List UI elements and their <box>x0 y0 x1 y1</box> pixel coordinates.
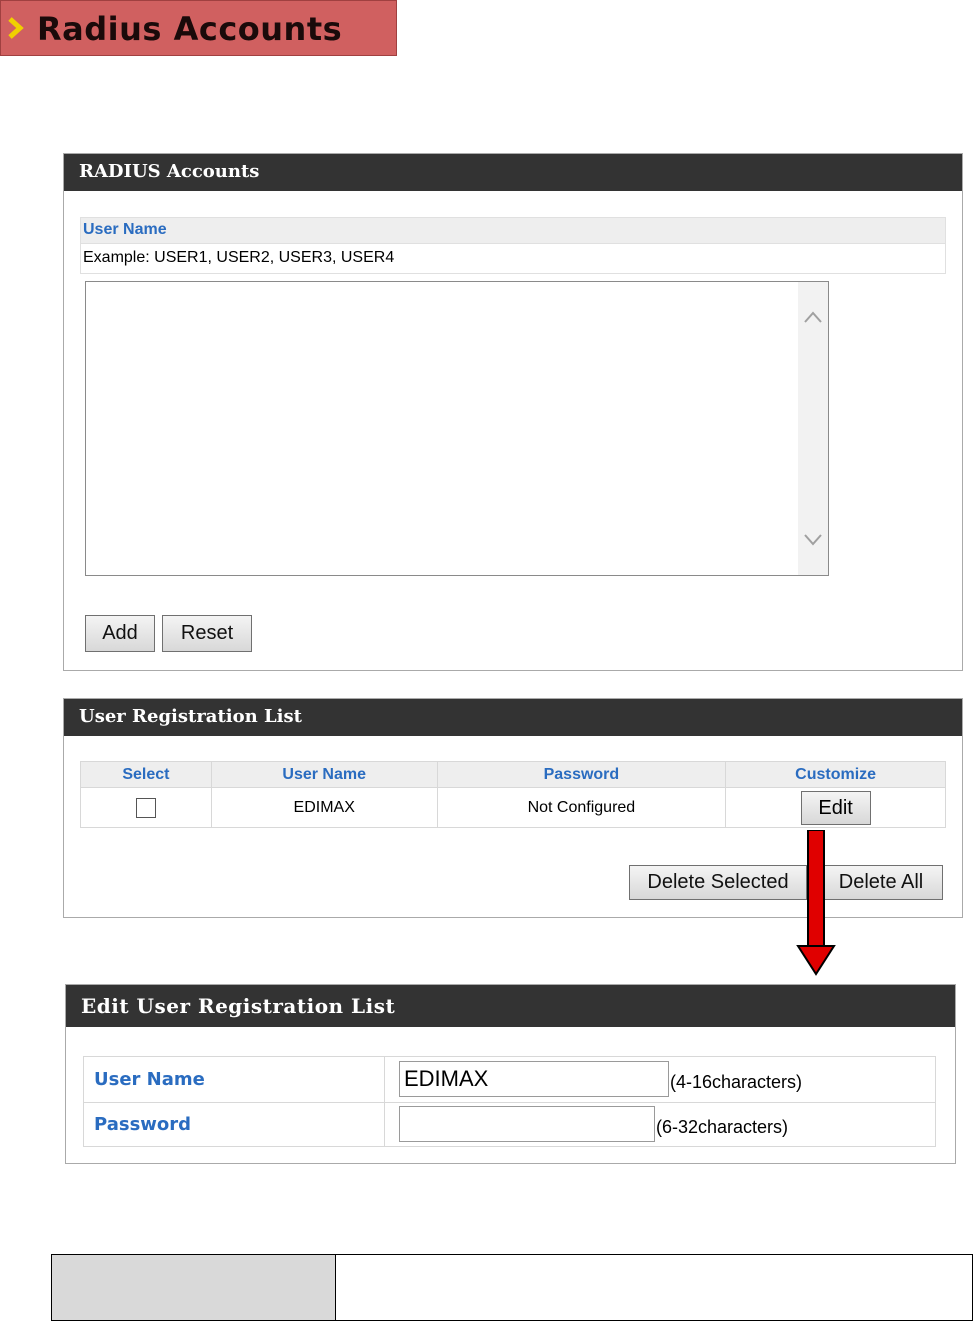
radius-accounts-header-text: RADIUS Accounts <box>79 161 260 182</box>
example-row: Example: USER1, USER2, USER3, USER4 <box>80 244 946 274</box>
edit-registration-header-text: Edit User Registration List <box>81 994 396 1018</box>
edit-button[interactable]: Edit <box>800 790 871 825</box>
password-hint: (6-32characters) <box>656 1117 789 1137</box>
example-text: Example: USER1, USER2, USER3, USER4 <box>83 249 395 266</box>
edit-row-divider <box>84 1102 935 1103</box>
user-registration-header: User Registration List <box>64 699 962 736</box>
customize-cell: Edit <box>725 787 946 828</box>
registration-table: Select User Name Password Customize EDIM… <box>80 761 946 828</box>
radius-accounts-panel: RADIUS Accounts User Name Example: USER1… <box>63 153 963 671</box>
edit-registration-header: Edit User Registration List <box>66 985 955 1027</box>
reset-button[interactable]: Reset <box>162 615 252 652</box>
add-button[interactable]: Add <box>85 615 155 652</box>
column-header-customize: Customize <box>725 761 946 788</box>
edit-password-input[interactable] <box>399 1106 655 1142</box>
scroll-down-icon[interactable] <box>803 533 823 547</box>
chevron-right-icon <box>8 17 24 39</box>
table-header-row: Select User Name Password Customize <box>80 761 946 788</box>
textarea-scrollbar[interactable] <box>798 282 828 575</box>
page-title-banner: Radius Accounts <box>0 0 397 56</box>
delete-all-button[interactable]: Delete All <box>819 865 943 900</box>
edit-col-divider <box>384 1057 385 1146</box>
down-arrow-icon <box>796 830 836 976</box>
description-label-cell <box>52 1255 336 1320</box>
user-name-label-row: User Name <box>80 217 946 244</box>
edit-user-name-label: User Name <box>94 1069 205 1090</box>
radius-accounts-header: RADIUS Accounts <box>64 154 962 191</box>
column-header-select: Select <box>80 761 212 788</box>
select-cell <box>80 787 212 828</box>
user-name-cell: EDIMAX <box>210 787 438 828</box>
password-cell: Not Configured <box>436 787 727 828</box>
user-name-hint: (4-16characters) <box>670 1072 803 1092</box>
column-header-user-name: User Name <box>210 761 438 788</box>
user-name-label: User Name <box>83 221 167 238</box>
user-names-textarea[interactable] <box>85 281 829 576</box>
column-header-password: Password <box>436 761 727 788</box>
scroll-up-icon[interactable] <box>803 310 823 324</box>
edit-registration-panel: Edit User Registration List User Name Pa… <box>65 984 956 1164</box>
description-table <box>51 1254 973 1321</box>
user-registration-header-text: User Registration List <box>79 706 302 727</box>
edit-user-name-input[interactable]: EDIMAX <box>399 1061 669 1097</box>
table-row: EDIMAX Not Configured Edit <box>80 787 946 828</box>
row-select-checkbox[interactable] <box>135 797 156 818</box>
edit-password-label: Password <box>94 1114 192 1135</box>
delete-selected-button[interactable]: Delete Selected <box>629 865 807 900</box>
page-title: Radius Accounts <box>37 10 343 48</box>
